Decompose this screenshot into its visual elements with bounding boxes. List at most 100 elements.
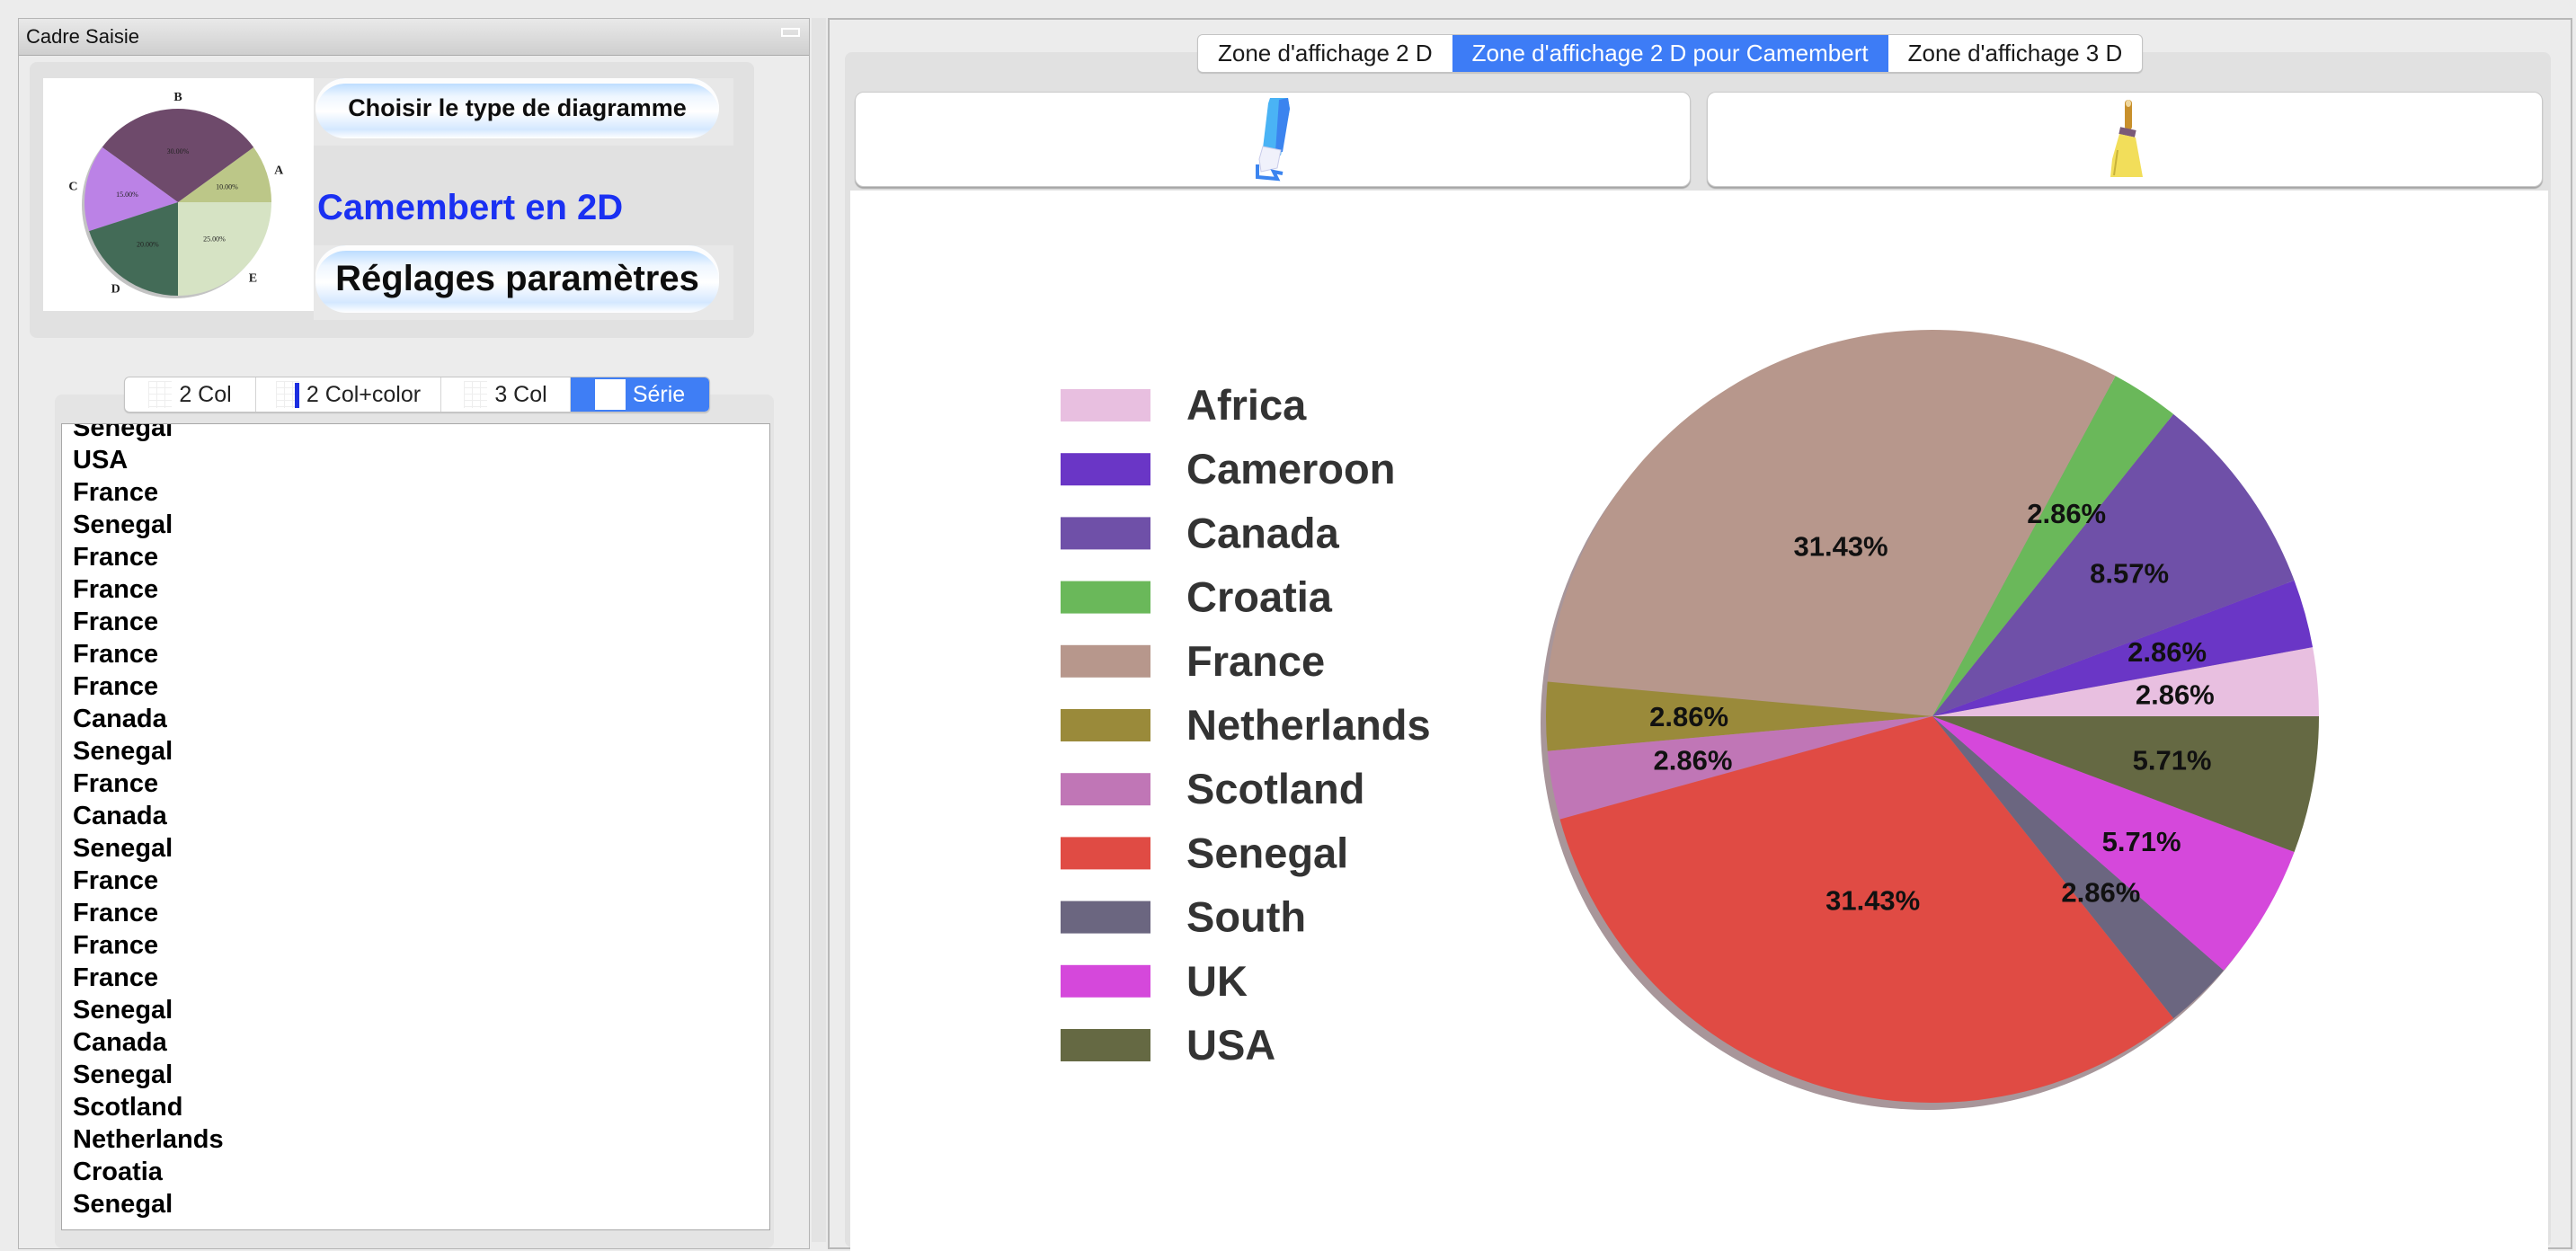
legend-label: Senegal	[1186, 829, 1348, 876]
list-item[interactable]: France	[62, 476, 769, 509]
mode-2-col-color[interactable]: 2 Col+color	[256, 377, 441, 412]
legend-label: Cameroon	[1186, 445, 1395, 492]
list-item[interactable]: France	[62, 897, 769, 929]
legend-swatch-netherlands	[1061, 709, 1150, 741]
thumb-slice-value: 20.00%	[137, 240, 159, 248]
slice-value-label: 2.86%	[1649, 701, 1728, 732]
settings-label: Réglages paramètres	[315, 245, 719, 313]
list-item[interactable]: France	[62, 541, 769, 573]
clear-button[interactable]	[1707, 92, 2543, 187]
legend-label: UK	[1186, 957, 1248, 1005]
tab-3d[interactable]: Zone d'affichage 3 D	[1888, 35, 2143, 72]
display-panel: Zone d'affichage 2 D Zone d'affichage 2 …	[828, 18, 2572, 1251]
tab-2d-pie[interactable]: Zone d'affichage 2 D pour Camembert	[1452, 35, 1888, 72]
slice-value-label: 31.43%	[1825, 885, 1920, 917]
legend-swatch-france	[1061, 644, 1150, 678]
list-item[interactable]: France	[62, 670, 769, 703]
chart-type-thumbnail[interactable]: 10.00% A 30.00% B 15.00% C 20.00% D 25.00% E	[43, 78, 314, 311]
slice-value-label: 31.43%	[1793, 531, 1888, 563]
list-item[interactable]: Senegal	[62, 1188, 769, 1220]
list-item[interactable]: France	[62, 767, 769, 800]
mode-3-col[interactable]: 3 Col	[441, 377, 571, 412]
legend-label: Netherlands	[1186, 701, 1431, 749]
list-item[interactable]: Croatia	[62, 1156, 769, 1188]
list-item[interactable]: France	[62, 638, 769, 670]
list-item[interactable]: Senegal	[62, 424, 769, 444]
mode-2-col[interactable]: 2 Col	[125, 377, 256, 412]
list-item[interactable]: Canada	[62, 1026, 769, 1059]
settings-button[interactable]: Réglages paramètres	[314, 245, 733, 320]
legend-swatch-cameroon	[1061, 453, 1150, 486]
legend-label: USA	[1186, 1021, 1275, 1069]
list-item[interactable]: Senegal	[62, 509, 769, 541]
list-item[interactable]: Senegal	[62, 1059, 769, 1091]
legend-swatch-croatia	[1061, 581, 1150, 614]
list-item[interactable]: France	[62, 962, 769, 994]
list-item[interactable]: France	[62, 865, 769, 897]
legend-label: South	[1186, 893, 1306, 941]
legend-label: Scotland	[1186, 765, 1364, 812]
input-panel: Cadre Saisie 10.00% A 30.00% B 15.00% C 20.00%…	[18, 18, 810, 1249]
thumb-slice-value: 10.00%	[216, 182, 238, 191]
mode-label: 2 Col	[179, 381, 232, 407]
chart-type-box: 10.00% A 30.00% B 15.00% C 20.00% D 25.00% E Choi…	[30, 62, 754, 338]
legend-swatch-south	[1061, 901, 1150, 934]
display-tabs: Zone d'affichage 2 D Zone d'affichage 2 …	[1197, 34, 2144, 73]
thumb-slice-value: 30.00%	[167, 147, 190, 155]
thumb-slice-E	[178, 202, 271, 296]
list-item[interactable]: Canada	[62, 800, 769, 832]
mode-label: Série	[632, 381, 686, 407]
list-item[interactable]: Canada	[62, 703, 769, 735]
mode-serie[interactable]: Série	[571, 377, 709, 412]
choose-chart-type-label: Choisir le type de diagramme	[315, 78, 719, 138]
input-mode-selector: 2 Col 2 Col+color 3 Col Série	[124, 377, 710, 413]
thumb-slice-label: C	[68, 181, 77, 194]
thumb-slice-label: B	[173, 91, 182, 104]
list-item[interactable]: France	[62, 573, 769, 606]
list-item[interactable]: USA	[62, 444, 769, 476]
legend-swatch-scotland	[1061, 773, 1150, 806]
tab-2d[interactable]: Zone d'affichage 2 D	[1198, 35, 1452, 72]
slice-value-label: 2.86%	[1654, 744, 1733, 776]
series-list[interactable]: Senegal USA France Senegal France France Franc…	[61, 423, 770, 1230]
thumb-slice-value: 15.00%	[116, 191, 138, 199]
panel-splitter[interactable]	[812, 18, 826, 1242]
chart-canvas: 2.86% 2.86% 8.57% 2.86% 31.43% 2.86% 2.86% 31.4…	[850, 191, 2548, 1251]
minimize-icon[interactable]	[781, 28, 800, 37]
blank-icon	[594, 379, 626, 410]
slice-value-label: 2.86%	[2127, 636, 2207, 668]
thumb-slice-label: A	[274, 164, 284, 178]
legend-swatch-africa	[1061, 389, 1150, 421]
thumb-slice-label: E	[249, 271, 257, 285]
list-item[interactable]: France	[62, 606, 769, 638]
legend-swatch-canada	[1061, 517, 1150, 550]
pencil-eraser-icon	[1256, 98, 1290, 182]
legend-swatch-uk	[1061, 964, 1150, 998]
list-item[interactable]: France	[62, 929, 769, 962]
mode-label: 3 Col	[494, 381, 547, 407]
thumbnail-pie: 10.00% A 30.00% B 15.00% C 20.00% D 25.00% E	[68, 91, 284, 298]
edit-button[interactable]	[855, 92, 1691, 187]
mode-label: 2 Col+color	[306, 381, 422, 407]
list-item[interactable]: Senegal	[62, 994, 769, 1026]
thumb-slice-value: 25.00%	[203, 235, 226, 243]
list-item[interactable]: Scotland	[62, 1091, 769, 1123]
grid-icon	[148, 381, 173, 408]
thumb-slice-label: D	[111, 282, 120, 296]
legend-label: Africa	[1186, 381, 1307, 429]
current-chart-type: Camembert en 2D	[317, 188, 624, 227]
legend-swatch-senegal	[1061, 837, 1150, 870]
slice-value-label: 2.86%	[2061, 877, 2140, 909]
list-item[interactable]: Senegal	[62, 832, 769, 865]
slice-value-label: 8.57%	[2090, 558, 2169, 590]
choose-chart-type-button[interactable]: Choisir le type de diagramme	[314, 78, 733, 146]
legend-swatch-usa	[1061, 1029, 1150, 1061]
grid-color-icon	[275, 381, 299, 408]
slice-value-label: 2.86%	[2136, 679, 2215, 711]
pie-chart: 2.86% 2.86% 8.57% 2.86% 31.43% 2.86% 2.86% 31.4…	[1061, 329, 2319, 1110]
list-item[interactable]: Senegal	[62, 735, 769, 767]
legend-label: Croatia	[1186, 573, 1333, 621]
list-item[interactable]: Netherlands	[62, 1123, 769, 1156]
panel-title: Cadre Saisie	[26, 25, 139, 48]
broom-icon	[2110, 100, 2143, 177]
